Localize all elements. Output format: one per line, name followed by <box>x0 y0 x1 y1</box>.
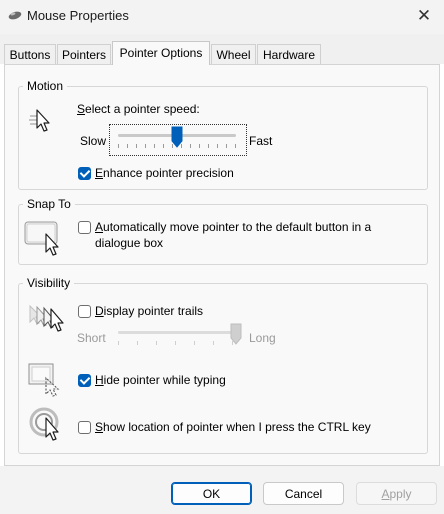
ok-button[interactable]: OK <box>171 482 252 505</box>
speed-tick <box>127 144 128 148</box>
tab-pointers[interactable]: Pointers <box>57 44 111 64</box>
tab-buttons[interactable]: Buttons <box>4 44 56 64</box>
trail-tick <box>175 341 176 345</box>
hide-pointer-hotkey: H <box>95 373 104 387</box>
slow-label: Slow <box>80 134 107 148</box>
snap-to-default-button-icon <box>24 221 59 256</box>
window-title: Mouse Properties <box>27 8 129 23</box>
trail-tick <box>137 341 138 345</box>
snap-to-text: utomatically move pointer to the default… <box>103 220 372 234</box>
show-location-text: how location of pointer when I press the… <box>103 420 371 434</box>
pointer-speed-thumb[interactable] <box>171 126 183 148</box>
enhance-precision-label: Enhance pointer precision <box>95 166 234 180</box>
speed-tick <box>118 144 119 148</box>
snap-to-label-line2: dialogue box <box>95 236 164 250</box>
enhance-precision-hotkey: E <box>95 166 104 180</box>
cancel-button[interactable]: Cancel <box>263 482 344 505</box>
speed-tick <box>136 144 137 148</box>
tab-hardware[interactable]: Hardware <box>257 44 321 64</box>
pointer-location-icon <box>29 407 59 441</box>
snap-to-group <box>18 204 428 265</box>
trail-tick <box>118 341 119 345</box>
speed-tick <box>217 144 218 148</box>
short-label: Short <box>77 331 106 345</box>
snap-to-label-line1: Automatically move pointer to the defaul… <box>95 220 371 234</box>
pointer-speed-label-hotkey: S <box>77 102 86 116</box>
motion-group-label: Motion <box>23 79 68 93</box>
trail-length-thumb[interactable] <box>230 323 242 345</box>
enhance-precision-text: nhance pointer precision <box>103 166 234 180</box>
speed-tick <box>163 144 164 148</box>
show-location-checkbox[interactable] <box>78 421 91 434</box>
enhance-precision-checkbox[interactable] <box>78 167 91 180</box>
apply-button[interactable]: Apply <box>356 482 437 505</box>
snap-to-group-label: Snap To <box>23 197 75 211</box>
close-icon: ✕ <box>416 6 432 25</box>
speed-tick <box>226 144 227 148</box>
apply-hotkey: A <box>381 487 390 501</box>
tab-pointer-options[interactable]: Pointer Options <box>112 41 210 65</box>
pointer-trails-label: Display pointer trails <box>95 304 203 318</box>
show-location-label: Show location of pointer when I press th… <box>95 420 371 434</box>
apply-text: pply <box>389 487 412 501</box>
pointer-speed-label: Select a pointer speed: <box>77 102 200 116</box>
hide-pointer-checkbox[interactable] <box>78 374 91 387</box>
trail-tick <box>213 341 214 345</box>
pointer-trails-icon <box>29 304 64 332</box>
pointer-speed-label-text: elect a pointer speed: <box>85 102 200 116</box>
pointer-trails-text: isplay pointer trails <box>103 304 204 318</box>
speed-tick <box>154 144 155 148</box>
close-button[interactable]: ✕ <box>404 0 444 32</box>
speed-tick <box>208 144 209 148</box>
mouse-icon <box>8 11 22 20</box>
tab-wheel[interactable]: Wheel <box>211 44 256 64</box>
trail-length-track <box>118 331 236 334</box>
pointer-speed-icon <box>29 109 50 132</box>
trail-tick <box>194 341 195 345</box>
show-location-hotkey: S <box>95 420 104 434</box>
hide-pointer-label: Hide pointer while typing <box>95 373 226 387</box>
pointer-trails-hotkey: D <box>95 304 104 318</box>
snap-to-hotkey: A <box>95 220 104 234</box>
speed-tick <box>235 144 236 148</box>
hide-pointer-icon <box>28 363 60 397</box>
speed-tick <box>145 144 146 148</box>
hide-pointer-text: ide pointer while typing <box>103 373 226 387</box>
visibility-group-label: Visibility <box>23 276 75 290</box>
speed-tick <box>190 144 191 148</box>
trail-tick <box>156 341 157 345</box>
fast-label: Fast <box>249 134 273 148</box>
pointer-trails-checkbox[interactable] <box>78 305 91 318</box>
speed-tick <box>199 144 200 148</box>
long-label: Long <box>249 331 276 345</box>
snap-to-checkbox[interactable] <box>78 221 91 234</box>
